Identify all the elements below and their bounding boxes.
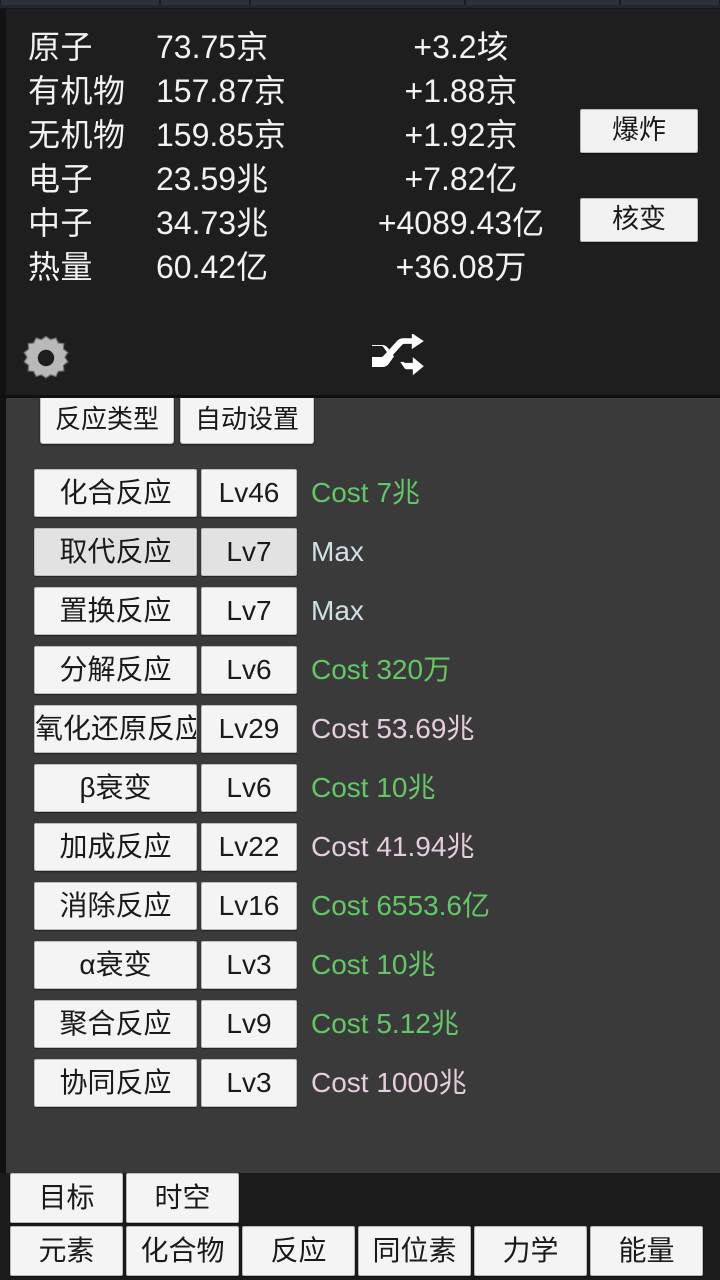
stat-delta: +3.2垓 [336,25,586,69]
nav-button-lower-2[interactable]: 反应 [242,1226,355,1276]
stat-label: 电子 [28,157,156,201]
reaction-row: 置换反应Lv7 Max [6,581,720,640]
nav-button-upper-1[interactable]: 时空 [126,1173,239,1223]
reaction-cost-label: Cost 1000兆 [311,1068,467,1098]
stat-delta: +1.88京 [336,69,586,113]
reaction-cost-label: Cost 320万 [311,655,451,685]
fusion-button[interactable]: 核变 [580,198,698,242]
stat-value: 23.59兆 [156,157,336,201]
stat-label: 原子 [28,25,156,69]
stat-label: 中子 [28,201,156,245]
nav-row-lower: 元素化合物反应同位素力学能量 [0,1226,720,1276]
reaction-name-button[interactable]: β衰变 [34,764,197,812]
app-root: 原子73.75京+3.2垓有机物157.87京+1.88京无机物159.85京+… [0,0,720,1280]
reaction-cost-label: Cost 5.12兆 [311,1009,459,1039]
reaction-name-button[interactable]: 加成反应 [34,823,197,871]
reaction-row: 聚合反应Lv9 Cost 5.12兆 [6,994,720,1053]
reaction-level-button[interactable]: Lv46 [201,469,297,517]
reaction-row: 加成反应Lv22 Cost 41.94兆 [6,817,720,876]
tab-reaction-type[interactable]: 反应类型 [40,398,174,444]
sub-tab-bar: 反应类型 自动设置 [0,398,720,454]
reaction-cost-label: Max [311,537,364,567]
reaction-level-button[interactable]: Lv9 [201,1000,297,1048]
reaction-row: 取代反应Lv7 Max [6,522,720,581]
reaction-cost-label: Cost 10兆 [311,773,436,803]
reaction-level-button[interactable]: Lv3 [201,1059,297,1107]
nav-button-lower-5[interactable]: 能量 [590,1226,703,1276]
reaction-name-button[interactable]: 消除反应 [34,882,197,930]
sysbar-segment [465,0,620,5]
reaction-cost-label: Cost 53.69兆 [311,714,474,744]
reaction-row: 协同反应Lv3 Cost 1000兆 [6,1053,720,1112]
reaction-level-button[interactable]: Lv7 [201,587,297,635]
reaction-cost-label: Max [311,596,364,626]
reaction-row: α衰变Lv3 Cost 10兆 [6,935,720,994]
stat-delta: +1.92京 [336,113,586,157]
stat-delta: +36.08万 [336,245,586,289]
nav-button-lower-1[interactable]: 化合物 [126,1226,239,1276]
reaction-name-button[interactable]: 聚合反应 [34,1000,197,1048]
stat-value: 157.87京 [156,69,336,113]
stat-row: 热量60.42亿+36.08万 [28,245,720,289]
reaction-level-button[interactable]: Lv7 [201,528,297,576]
nav-button-upper-0[interactable]: 目标 [10,1173,123,1223]
reaction-name-button[interactable]: 置换反应 [34,587,197,635]
system-status-strip [0,0,720,9]
stat-value: 34.73兆 [156,201,336,245]
explode-button[interactable]: 爆炸 [580,109,698,153]
stat-delta: +7.82亿 [336,157,586,201]
reaction-name-button[interactable]: α衰变 [34,941,197,989]
nav-button-lower-4[interactable]: 力学 [474,1226,587,1276]
reaction-cost-label: Cost 10兆 [311,950,436,980]
reaction-name-button[interactable]: 化合反应 [34,469,197,517]
reaction-name-button[interactable]: 氧化还原反应 [34,705,197,753]
sysbar-segment [620,0,720,5]
reaction-cost-label: Cost 6553.6亿 [311,891,490,921]
reaction-level-button[interactable]: Lv29 [201,705,297,753]
icon-toolbar [0,320,720,398]
reaction-row: 消除反应Lv16 Cost 6553.6亿 [6,876,720,935]
tab-auto-settings[interactable]: 自动设置 [180,398,314,444]
stat-label: 无机物 [28,113,156,157]
stat-value: 73.75京 [156,25,336,69]
stat-value: 60.42亿 [156,245,336,289]
shuffle-icon[interactable] [370,334,426,382]
gear-icon[interactable] [20,332,72,384]
reaction-row: 氧化还原反应Lv29 Cost 53.69兆 [6,699,720,758]
reaction-row: β衰变Lv6 Cost 10兆 [6,758,720,817]
reaction-level-button[interactable]: Lv22 [201,823,297,871]
sysbar-segment [0,0,160,5]
stat-value: 159.85京 [156,113,336,157]
nav-button-lower-3[interactable]: 同位素 [358,1226,471,1276]
nav-button-lower-0[interactable]: 元素 [10,1226,123,1276]
reaction-level-button[interactable]: Lv3 [201,941,297,989]
reaction-name-button[interactable]: 协同反应 [34,1059,197,1107]
reaction-list: 化合反应Lv46Cost 7兆取代反应Lv7Max置换反应Lv7Max分解反应L… [0,454,720,1173]
bottom-navigation: 目标时空 元素化合物反应同位素力学能量 [0,1173,720,1280]
sysbar-segment [160,0,250,5]
reaction-name-button[interactable]: 取代反应 [34,528,197,576]
nav-row-upper: 目标时空 [0,1173,720,1223]
reaction-level-button[interactable]: Lv6 [201,646,297,694]
stat-label: 热量 [28,245,156,289]
reaction-level-button[interactable]: Lv16 [201,882,297,930]
reaction-name-button[interactable]: 分解反应 [34,646,197,694]
resource-stats-panel: 原子73.75京+3.2垓有机物157.87京+1.88京无机物159.85京+… [0,9,720,320]
reaction-cost-label: Cost 41.94兆 [311,832,474,862]
sysbar-segment [250,0,465,5]
reaction-row: 分解反应Lv6 Cost 320万 [6,640,720,699]
reaction-level-button[interactable]: Lv6 [201,764,297,812]
reaction-row: 化合反应Lv46 Cost 7兆 [6,463,720,522]
stat-label: 有机物 [28,69,156,113]
reaction-cost-label: Cost 7兆 [311,478,420,508]
stat-delta: +4089.43亿 [336,201,586,245]
stats-action-buttons: 爆炸 核变 [580,9,698,242]
